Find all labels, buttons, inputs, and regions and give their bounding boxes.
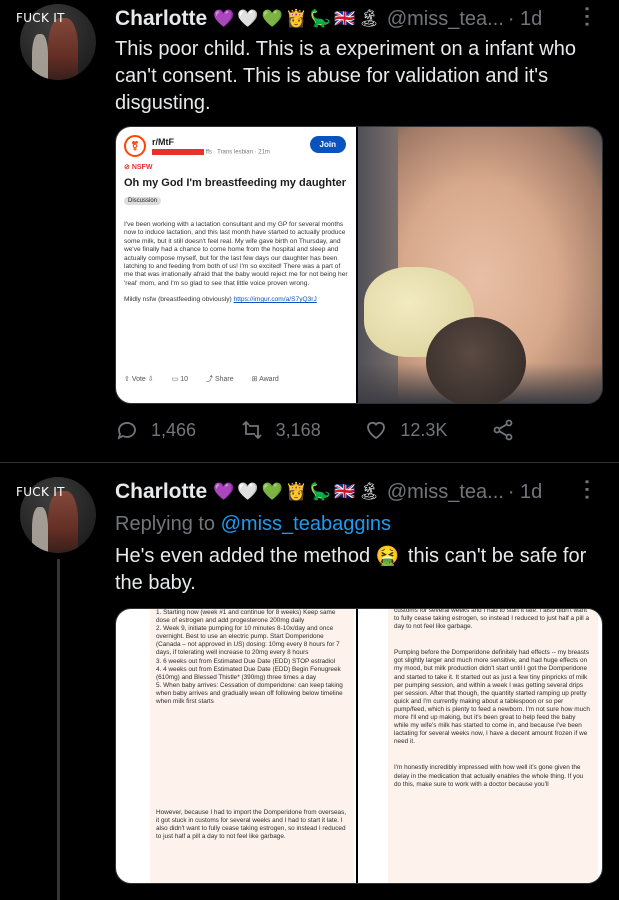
reply-count: 1,466 (151, 419, 197, 440)
document-paragraph: customs for several weeks and I had to s… (394, 609, 590, 631)
more-options-icon[interactable]: ··· (574, 6, 597, 29)
post-flair: Discussion (124, 197, 162, 205)
attached-photo[interactable] (358, 127, 602, 403)
retweet-button[interactable]: 3,168 (240, 418, 321, 442)
post-body-text: I've been working with a lactation consu… (124, 221, 348, 287)
photo-infant-head (426, 317, 526, 403)
tweet-media[interactable]: ⚧ r/MtF ffs · Trans lesbian · 21m Join ⊘… (115, 126, 603, 404)
post-footer: Mildly nsfw (breastfeeding obviously) ht… (124, 296, 317, 304)
reddit-post-header: ⚧ r/MtF ffs · Trans lesbian · 21m (124, 135, 270, 157)
display-name[interactable]: Charlotte (115, 480, 207, 504)
document-text: customs for several weeks and I had to s… (394, 609, 590, 797)
timestamp[interactable]: · 1d (508, 8, 542, 31)
avatar-figure-secondary (32, 507, 48, 553)
avatar-text: FUCK IT (16, 485, 65, 499)
like-button[interactable]: 12.3K (364, 418, 447, 442)
share-button[interactable] (491, 418, 515, 442)
dinosaur-icon: 🦕 (309, 9, 332, 29)
uk-flag-icon: 🇬🇧 (334, 482, 356, 502)
post-meta: ffs · Trans lesbian · 21m (152, 148, 270, 155)
tweet-text: This poor child. This is a experiment on… (115, 38, 576, 114)
comments-control: ▭ 10 (171, 376, 188, 383)
tweet-text: He's even added the method 🤮 this can't … (115, 543, 605, 597)
tweet-header: Charlotte 💜 🤍 💚 👸 🦕 🇬🇧 🏝 @miss_tea... · … (115, 477, 542, 507)
reply-icon (117, 422, 136, 440)
document-paragraph: Pumping before the Domperidone definitel… (394, 649, 590, 746)
document-text: 1. Starting now (week #1 and continue fo… (156, 609, 348, 849)
subreddit-name: r/MtF (152, 136, 174, 147)
vote-control: ⇧ Vote ⇩ (124, 376, 154, 383)
nsfw-badge: ⊘ NSFW (124, 164, 153, 171)
more-options-icon[interactable]: ··· (574, 479, 597, 502)
tweet-actions: 1,466 3,168 12.3K (115, 418, 515, 442)
share-icon (493, 419, 513, 441)
white-heart-icon: 🤍 (237, 482, 259, 502)
handle[interactable]: @miss_tea... (387, 481, 504, 504)
avatar-figure-secondary (32, 34, 48, 80)
island-icon: 🏝 (358, 9, 380, 29)
princess-icon: 👸 (285, 482, 307, 502)
subreddit-icon: ⚧ (124, 135, 146, 157)
replying-prefix: Replying to (115, 513, 216, 535)
post-body: I've been working with a lactation consu… (124, 221, 348, 305)
tweet-header: Charlotte 💜 🤍 💚 👸 🦕 🇬🇧 🏝 @miss_tea... · … (115, 4, 542, 34)
document-paragraph: However, because I had to import the Dom… (156, 809, 347, 841)
island-icon: 🏝 (358, 482, 380, 502)
redacted-username (152, 148, 204, 155)
white-heart-icon: 🤍 (237, 9, 259, 29)
avatar-figure (48, 491, 78, 553)
vomiting-face-icon: 🤮 (375, 545, 400, 567)
document-paragraph: I'm honestly incredibly impressed with h… (394, 764, 584, 788)
thread-line (57, 559, 60, 900)
attached-document-image-1[interactable]: 1. Starting now (week #1 and continue fo… (116, 609, 356, 883)
like-count: 12.3K (400, 419, 448, 440)
post-title: Oh my God I'm breastfeeding my daughter (124, 177, 347, 189)
replying-to-link[interactable]: @miss_teabaggins (221, 513, 391, 535)
post-link: https://imgur.com/a/S7yQ3rJ (233, 296, 317, 304)
join-button: Join (309, 136, 346, 153)
award-control: ⊞ Award (251, 376, 279, 383)
purple-heart-icon: 💜 (213, 9, 235, 29)
avatar-figure (48, 18, 78, 80)
tweet-text-start: He's even added the method (115, 545, 371, 567)
princess-icon: 👸 (285, 9, 307, 29)
uk-flag-icon: 🇬🇧 (334, 9, 356, 29)
dinosaur-icon: 🦕 (309, 482, 332, 502)
document-paragraph: 1. Starting now (week #1 and continue fo… (156, 609, 343, 706)
tweet-1[interactable]: FUCK IT Charlotte 💜 🤍 💚 👸 🦕 🇬🇧 🏝 @miss_t… (0, 0, 619, 470)
tweet-2[interactable]: FUCK IT Charlotte 💜 🤍 💚 👸 🦕 🇬🇧 🏝 @miss_t… (0, 463, 619, 900)
reply-button[interactable]: 1,466 (115, 418, 196, 442)
display-name[interactable]: Charlotte (115, 7, 207, 31)
post-action-bar: ⇧ Vote ⇩ ▭ 10 ⤴ Share ⊞ Award (124, 374, 279, 384)
avatar-text: FUCK IT (16, 11, 65, 25)
retweet-icon (242, 420, 262, 440)
green-heart-icon: 💚 (261, 9, 283, 29)
heart-icon (367, 421, 386, 440)
reddit-post-screenshot[interactable]: ⚧ r/MtF ffs · Trans lesbian · 21m Join ⊘… (116, 127, 356, 403)
purple-heart-icon: 💜 (213, 482, 235, 502)
attached-document-image-2[interactable]: customs for several weeks and I had to s… (358, 609, 602, 883)
tweet-media[interactable]: 1. Starting now (week #1 and continue fo… (115, 608, 603, 884)
retweet-count: 3,168 (275, 419, 321, 440)
replying-to: Replying to @miss_teabaggins (115, 513, 391, 536)
handle[interactable]: @miss_tea... (387, 8, 504, 31)
photo-background-couch (358, 127, 398, 403)
share-control: ⤴ Share (206, 376, 234, 383)
green-heart-icon: 💚 (261, 482, 283, 502)
timestamp[interactable]: · 1d (508, 481, 542, 504)
